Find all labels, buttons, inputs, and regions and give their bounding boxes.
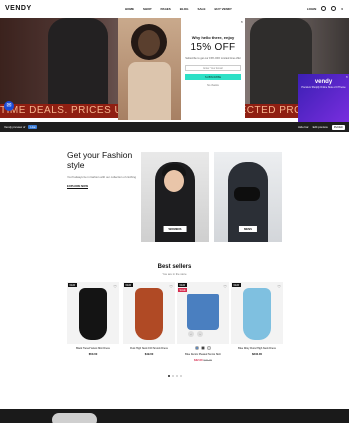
- explore-link[interactable]: EXPLORE NOW: [67, 184, 137, 188]
- product-card[interactable]: NEW ♡ Blue Ditsy Floral High Neck Dress …: [231, 282, 283, 356]
- section-description: You'll always be in fashion with our col…: [67, 175, 136, 179]
- product-garment: [135, 288, 163, 340]
- email-field[interactable]: Enter Your Email: [185, 64, 241, 71]
- status-badge: Live: [28, 125, 38, 129]
- best-sellers-subtitle: You are in the store: [162, 272, 187, 276]
- wishlist-icon[interactable]: [331, 6, 337, 11]
- carousel-arrows: ‹ ›: [188, 331, 203, 337]
- product-name[interactable]: Rust High Neck Frill Smock Dress: [123, 347, 175, 350]
- sale-badge: SALE: [178, 288, 188, 292]
- nav-buy-vendy[interactable]: BUY VENDY: [214, 7, 231, 11]
- popup-greeting: Why hello there, enjoy: [191, 35, 235, 40]
- new-badge: NEW: [178, 283, 187, 287]
- product-garment: [187, 294, 219, 330]
- nav-home[interactable]: HOME: [125, 7, 134, 11]
- swatch-white[interactable]: [207, 346, 211, 350]
- nav-sale[interactable]: SALE: [197, 7, 205, 11]
- close-icon[interactable]: ×: [241, 19, 243, 24]
- nav-pages[interactable]: PAGES: [161, 7, 171, 11]
- close-icon[interactable]: ×: [346, 74, 348, 79]
- no-thanks-link[interactable]: No thanks: [185, 84, 241, 87]
- product-card[interactable]: NEW ♡ Rust High Neck Frill Smock Dress $…: [123, 282, 175, 356]
- search-icon[interactable]: [321, 6, 327, 11]
- womens-button[interactable]: WOMENS: [163, 226, 187, 232]
- popup-description: Subscribe to get our 15% OFF Limited tim…: [185, 57, 241, 60]
- cart-count[interactable]: 0: [341, 7, 343, 11]
- product-card[interactable]: NEW ♡ Black Tiered Velvet Mini Dress $50…: [67, 282, 119, 356]
- vendy-theme-ad[interactable]: × vendy Premium Shopify Online Store 2.0…: [298, 74, 349, 125]
- product-price: $32.00 $40.00: [177, 358, 229, 362]
- chat-icon[interactable]: ✉: [4, 101, 14, 111]
- womens-category-card[interactable]: WOMENS: [141, 152, 209, 242]
- admin-text: Vendy preview of: [4, 125, 26, 129]
- popup-offer: 15% OFF: [190, 42, 236, 53]
- old-price: $40.00: [203, 358, 212, 362]
- best-sellers-title: Best sellers: [157, 264, 192, 270]
- header-actions: LOGIN 0: [307, 6, 343, 11]
- site-logo[interactable]: VENDY: [5, 5, 32, 12]
- mens-button[interactable]: MENS: [238, 226, 258, 232]
- color-swatches: [177, 346, 229, 350]
- product-image[interactable]: NEW ♡: [231, 282, 283, 344]
- hide-bar-button[interactable]: Hide bar: [298, 125, 309, 129]
- preview-admin-bar: Vendy preview of Live Hide bar Edit prev…: [0, 122, 349, 132]
- product-name[interactable]: Black Tiered Velvet Mini Dress: [67, 347, 119, 350]
- carousel-dots: [0, 375, 349, 377]
- popup-model-image: [118, 18, 181, 120]
- heart-icon[interactable]: ♡: [277, 284, 281, 289]
- product-image[interactable]: NEW ♡: [123, 282, 175, 344]
- carousel-dot[interactable]: [167, 375, 170, 377]
- publish-button[interactable]: Publish: [331, 124, 345, 130]
- popup-content: × Why hello there, enjoy 15% OFF Subscri…: [181, 18, 245, 120]
- main-nav: HOME SHOP PAGES BLOG SALE BUY VENDY: [125, 7, 232, 11]
- subscribe-button[interactable]: SUBSCRIBE: [185, 73, 241, 80]
- site-header: VENDY HOME SHOP PAGES BLOG SALE BUY VEND…: [0, 0, 349, 18]
- product-price: $49.00: [144, 352, 154, 356]
- product-image[interactable]: NEW SALE ♡: [177, 282, 229, 344]
- swatch-blue[interactable]: [195, 346, 199, 350]
- carousel-dot[interactable]: [171, 375, 174, 377]
- section-heading: Get your Fashion style: [67, 150, 133, 170]
- nav-blog[interactable]: BLOG: [180, 7, 189, 11]
- heart-icon[interactable]: ♡: [169, 284, 173, 289]
- product-price: $240.00: [251, 352, 263, 356]
- ad-subtitle: Premium Shopify Online Store 2.0 Theme: [301, 86, 346, 89]
- product-card[interactable]: NEW SALE ♡ Blue Denim Pleated Tennis Ski…: [177, 282, 229, 362]
- newsletter-popup: × Why hello there, enjoy 15% OFF Subscri…: [118, 18, 245, 120]
- product-image[interactable]: NEW ♡: [67, 282, 119, 344]
- heart-icon[interactable]: ♡: [223, 284, 227, 289]
- new-badge: NEW: [68, 283, 77, 287]
- product-name[interactable]: Blue Denim Pleated Tennis Skirt: [177, 353, 229, 356]
- carousel-dot[interactable]: [179, 375, 182, 377]
- fashion-intro: Get your Fashion style You'll always be …: [67, 150, 137, 188]
- sale-price: $32.00: [194, 358, 203, 362]
- heart-icon[interactable]: ♡: [113, 284, 117, 289]
- product-name[interactable]: Blue Ditsy Floral High Neck Dress: [231, 347, 283, 350]
- new-badge: NEW: [124, 283, 133, 287]
- ad-title: vendy: [314, 79, 333, 85]
- swatch-black[interactable]: [201, 346, 205, 350]
- mens-category-card[interactable]: MENS: [214, 152, 282, 242]
- new-badge: NEW: [232, 283, 241, 287]
- next-section-preview: [0, 409, 349, 423]
- nav-shop[interactable]: SHOP: [143, 7, 152, 11]
- product-garment: [79, 288, 107, 340]
- chevron-right-icon[interactable]: ›: [197, 331, 203, 337]
- carousel-dot[interactable]: [175, 375, 178, 377]
- product-garment: [243, 288, 271, 340]
- chevron-left-icon[interactable]: ‹: [188, 331, 194, 337]
- product-price: $50.00: [88, 352, 98, 356]
- edit-preview-button[interactable]: Edit preview: [313, 125, 328, 129]
- login-link[interactable]: LOGIN: [307, 7, 317, 11]
